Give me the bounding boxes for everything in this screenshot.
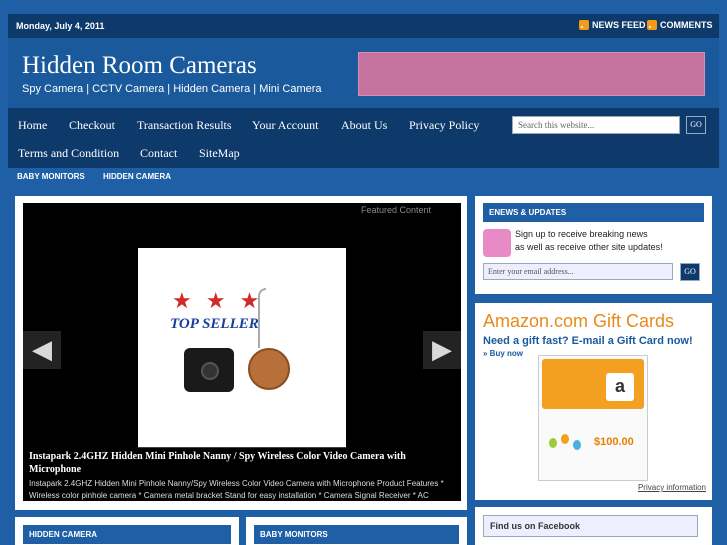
featured-content-panel: Featured Content ★ ★ ★ TOP SELLER ◀ ▶ In…	[15, 196, 467, 510]
facebook-widget-title: Find us on Facebook	[483, 515, 698, 537]
stars-graphic: ★ ★ ★	[172, 288, 264, 313]
enews-line-1: Sign up to receive breaking news	[515, 229, 648, 239]
subnav-baby-monitors[interactable]: BABY MONITORS	[17, 172, 85, 181]
balloon-icon	[573, 440, 581, 450]
gift-card-face: a	[542, 359, 644, 409]
main-nav: Home Checkout Transaction Results Your A…	[8, 108, 719, 168]
top-bar: Monday, July 4, 2011 NEWS FEED COMMENTS	[8, 14, 719, 38]
nav-sitemap[interactable]: SiteMap	[199, 146, 240, 161]
balloon-icon	[561, 434, 569, 444]
comments-feed-link[interactable]: COMMENTS	[647, 20, 713, 30]
baby-monitors-widget-title: BABY MONITORS	[254, 525, 459, 544]
top-seller-badge: TOP SELLER	[170, 316, 259, 332]
sub-nav: BABY MONITORS HIDDEN CAMERA	[8, 168, 719, 186]
email-field[interactable]: Enter your email address...	[483, 263, 673, 280]
slider-next-button[interactable]: ▶	[423, 331, 461, 369]
nav-your-account[interactable]: Your Account	[252, 118, 318, 133]
site-description: Spy Camera | CCTV Camera | Hidden Camera…	[22, 83, 322, 95]
enews-text: Sign up to receive breaking news as well…	[515, 228, 663, 254]
privacy-information-link[interactable]: Privacy information	[638, 483, 706, 492]
camera-graphic	[184, 348, 234, 392]
nav-privacy-policy[interactable]: Privacy Policy	[409, 118, 479, 133]
hidden-camera-widget: HIDDEN CAMERA	[15, 517, 239, 545]
site-header: Hidden Room Cameras Spy Camera | CCTV Ca…	[8, 38, 719, 108]
slide-caption: Instapark 2.4GHZ Hidden Mini Pinhole Nan…	[23, 447, 461, 501]
amazon-gift-card-widget[interactable]: Amazon.com Gift Cards Need a gift fast? …	[475, 303, 712, 500]
subnav-hidden-camera[interactable]: HIDDEN CAMERA	[103, 172, 171, 181]
enews-title: ENEWS & UPDATES	[483, 203, 704, 222]
current-date: Monday, July 4, 2011	[16, 21, 105, 31]
slide-title[interactable]: Instapark 2.4GHZ Hidden Mini Pinhole Nan…	[29, 450, 455, 476]
search-input[interactable]: Search this website...	[512, 116, 680, 134]
product-image[interactable]: ★ ★ ★ TOP SELLER	[138, 248, 346, 448]
nav-terms-and-condition[interactable]: Terms and Condition	[18, 146, 119, 161]
header-banner-ad[interactable]	[358, 52, 705, 96]
amazon-logo-icon: a	[606, 373, 634, 401]
balloon-icon	[549, 438, 557, 448]
gift-card-price: $100.00	[594, 436, 634, 448]
news-feed-label: NEWS FEED	[592, 20, 646, 30]
news-feed-link[interactable]: NEWS FEED	[579, 20, 646, 30]
enews-go-button[interactable]: GO	[680, 263, 700, 281]
featured-slider: Featured Content ★ ★ ★ TOP SELLER ◀ ▶ In…	[23, 203, 461, 501]
coin-graphic	[248, 348, 290, 390]
featured-label: Featured Content	[360, 205, 431, 215]
nav-contact[interactable]: Contact	[140, 146, 177, 161]
comments-label: COMMENTS	[660, 20, 713, 30]
search-go-button[interactable]: GO	[686, 116, 706, 134]
slide-excerpt: Instapark 2.4GHZ Hidden Mini Pinhole Nan…	[29, 479, 444, 500]
amazon-title: Amazon.com Gift Cards	[483, 311, 675, 331]
site-title[interactable]: Hidden Room Cameras	[22, 52, 257, 80]
buy-now-link[interactable]: » Buy now	[483, 349, 523, 358]
enews-line-2: as well as receive other site updates!	[515, 242, 663, 252]
baby-monitors-widget: BABY MONITORS	[246, 517, 467, 545]
rss-icon	[579, 20, 589, 30]
facebook-widget: Find us on Facebook	[475, 507, 712, 545]
antenna-wire	[258, 288, 266, 348]
nav-about-us[interactable]: About Us	[341, 118, 387, 133]
enews-widget: ENEWS & UPDATES Sign up to receive break…	[475, 196, 712, 294]
slider-prev-button[interactable]: ◀	[23, 331, 61, 369]
gift-card-image[interactable]: a $100.00	[538, 355, 648, 481]
rss-feed-icon	[483, 229, 511, 257]
nav-transaction-results[interactable]: Transaction Results	[137, 118, 232, 133]
nav-home[interactable]: Home	[18, 118, 47, 133]
rss-icon	[647, 20, 657, 30]
hidden-camera-widget-title: HIDDEN CAMERA	[23, 525, 231, 544]
amazon-subtitle: Need a gift fast? E-mail a Gift Card now…	[483, 335, 693, 347]
nav-checkout[interactable]: Checkout	[69, 118, 115, 133]
